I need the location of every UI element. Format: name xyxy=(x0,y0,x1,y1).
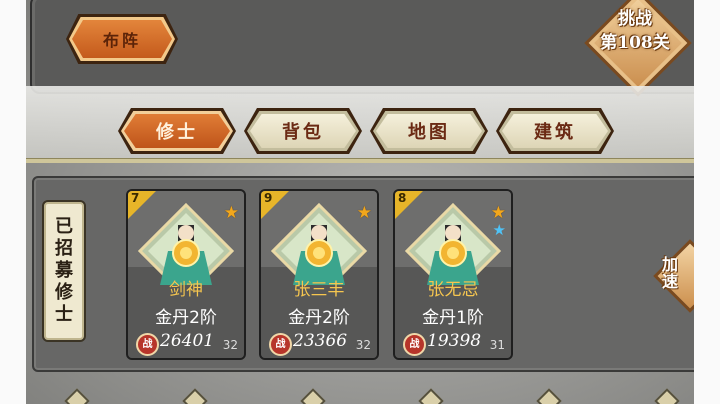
right-margin xyxy=(694,0,720,404)
tab-label: 背包 xyxy=(282,122,324,143)
side-tab-char: 招 xyxy=(55,238,73,259)
cultivator-realm: 金丹2阶 xyxy=(288,308,350,328)
divider xyxy=(26,158,694,163)
tab-label: 建筑 xyxy=(534,122,576,143)
cultivator-card[interactable]: 8 ★ ★ 张无忌 金丹1阶 战 19398 31 xyxy=(393,189,513,360)
side-tab-char: 已 xyxy=(55,216,73,237)
slot-diamond-icon xyxy=(300,388,326,404)
challenge-label: 挑战 xyxy=(618,9,652,29)
challenge-stage: 第108关 xyxy=(600,33,670,53)
cultivator-name: 张三丰 xyxy=(293,280,345,300)
power-icon: 战 xyxy=(269,333,292,356)
cultivator-level: 32 xyxy=(222,338,238,352)
slot-diamond-icon xyxy=(182,388,208,404)
formation-button[interactable]: 布阵 xyxy=(66,14,178,64)
blue-star-icon: ★ xyxy=(492,221,506,239)
tab-label: 修士 xyxy=(156,122,198,143)
challenge-button[interactable]: 挑战 第108关 xyxy=(584,0,692,97)
star-icon: ★ xyxy=(223,203,239,223)
level-badge: 9 xyxy=(264,191,273,205)
star-icon: ★ xyxy=(356,203,372,223)
slot-diamond-icon xyxy=(64,388,90,404)
side-tab-char: 士 xyxy=(55,304,73,325)
power-icon: 战 xyxy=(403,333,426,356)
side-tab-char: 募 xyxy=(55,260,73,281)
tab-backpack[interactable]: 背包 xyxy=(244,108,362,154)
slot-diamond-icon xyxy=(418,388,444,404)
slot-diamond-icon xyxy=(536,388,562,404)
power-icon: 战 xyxy=(136,333,159,356)
left-margin xyxy=(0,0,26,404)
cultivator-card[interactable]: 9 ★ 张三丰 金丹2阶 战 23366 32 xyxy=(259,189,379,360)
tab-cultivators[interactable]: 修士 xyxy=(118,108,236,154)
cultivator-level: 31 xyxy=(489,338,505,352)
cultivator-power: 23366 xyxy=(293,331,348,351)
bottom-slot-row xyxy=(26,386,694,404)
cultivator-realm: 金丹1阶 xyxy=(422,308,484,328)
cultivator-card[interactable]: 7 ★ 剑神 金丹2阶 战 26401 32 xyxy=(126,189,246,360)
cultivator-name: 剑神 xyxy=(169,280,203,300)
game-viewport: 布阵 挑战 第108关 修士 背包 地图 建筑 已 招 募 修 士 7 ★ 剑神… xyxy=(26,0,694,404)
side-tab-char: 修 xyxy=(55,282,73,303)
level-badge: 8 xyxy=(398,191,407,205)
tab-label: 地图 xyxy=(408,122,450,143)
speed-label-2: 速 xyxy=(662,272,679,291)
cultivator-power: 19398 xyxy=(427,331,482,351)
cultivator-level: 32 xyxy=(355,338,371,352)
cultivator-power: 26401 xyxy=(160,331,215,351)
tab-map[interactable]: 地图 xyxy=(370,108,488,154)
tab-buildings[interactable]: 建筑 xyxy=(496,108,614,154)
recruited-cultivators-tab[interactable]: 已 招 募 修 士 xyxy=(42,200,86,342)
cultivator-name: 张无忌 xyxy=(427,280,479,300)
speed-up-button[interactable]: 加速 xyxy=(650,236,694,313)
cultivator-realm: 金丹2阶 xyxy=(155,308,217,328)
level-badge: 7 xyxy=(131,191,140,205)
formation-label: 布阵 xyxy=(102,31,141,50)
star-icon: ★ xyxy=(490,203,506,223)
slot-diamond-icon xyxy=(654,388,680,404)
